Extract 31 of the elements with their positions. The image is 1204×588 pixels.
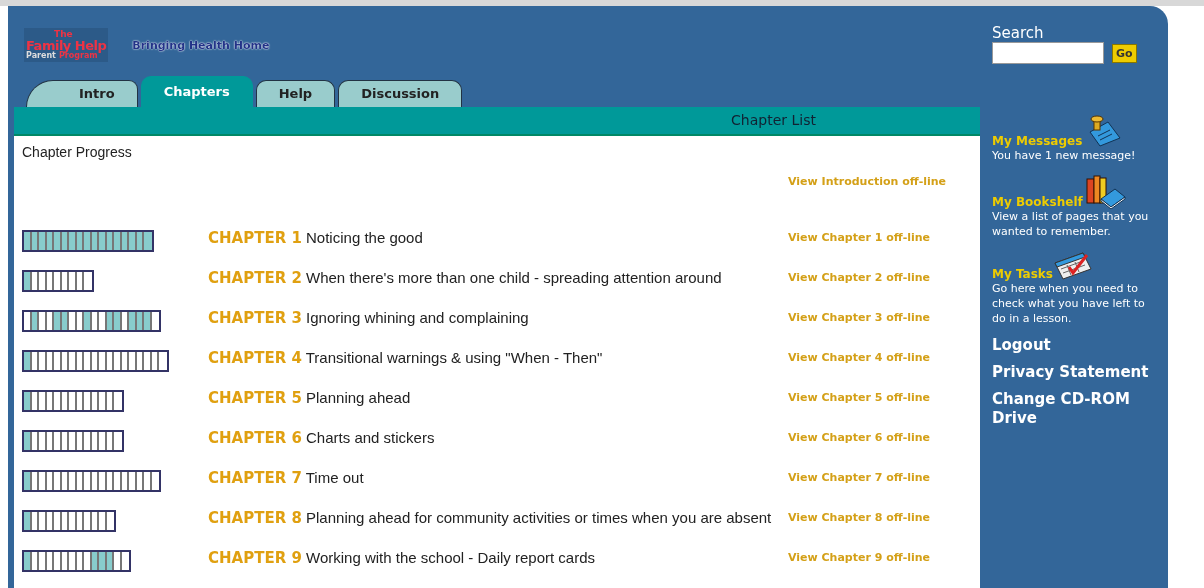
sidebar-link[interactable]: My Tasks	[992, 267, 1053, 281]
chapter-title[interactable]: CHAPTER 2 When there's more than one child - spreading attention around	[208, 268, 722, 288]
sidebar-link[interactable]: My Messages	[992, 134, 1083, 148]
tab[interactable]: Discussion	[338, 79, 463, 107]
tab[interactable]: Help	[255, 79, 336, 107]
search-field[interactable]	[992, 42, 1104, 64]
chapter-title[interactable]: CHAPTER 1 Noticing the good	[208, 228, 423, 248]
tab[interactable]: Intro	[26, 79, 138, 107]
search-label: Search	[992, 24, 1045, 42]
sidebar-description: View a list of pages that you wanted to remember.	[992, 209, 1150, 239]
go-button[interactable]: Go	[1112, 43, 1137, 63]
sidebar-description: You have 1 new message!	[992, 148, 1137, 163]
chapter-title[interactable]: CHAPTER 4 Transitional warnings & using "When - Then"	[208, 348, 603, 368]
sidebar-link[interactable]: Change CD-ROM Drive	[992, 390, 1158, 428]
chapter-title[interactable]: CHAPTER 5 Planning ahead	[208, 388, 411, 408]
sidebar-link[interactable]: My Bookshelf	[992, 195, 1083, 209]
sidebar-link[interactable]: Logout	[992, 336, 1158, 355]
logo: The Family Help Parent Program	[24, 28, 109, 63]
chapter-title[interactable]: CHAPTER 3 Ignoring whining and complaining	[208, 308, 529, 328]
chapter-title[interactable]: CHAPTER 8 Planning ahead for community activities or times when you are absent	[208, 508, 772, 528]
sidebar-description: Go here when you need to check what you have left to do in a lesson.	[992, 281, 1146, 326]
sidebar-link[interactable]: Privacy Statement	[992, 363, 1158, 382]
progress-heading: Chapter Progress	[22, 144, 133, 160]
chapter-title[interactable]: CHAPTER 9 Working with the school - Daily report cards	[208, 548, 596, 568]
section-title: Chapter List	[731, 112, 816, 129]
tab[interactable]: Chapters	[140, 75, 253, 107]
chapter-title[interactable]: CHAPTER 6 Charts and stickers	[208, 428, 435, 448]
tagline: Bringing Health Home	[132, 38, 270, 52]
chapter-title[interactable]: CHAPTER 7 Time out	[208, 468, 364, 488]
calendar-check-icon	[1052, 249, 1093, 281]
progress-bar	[22, 270, 94, 292]
